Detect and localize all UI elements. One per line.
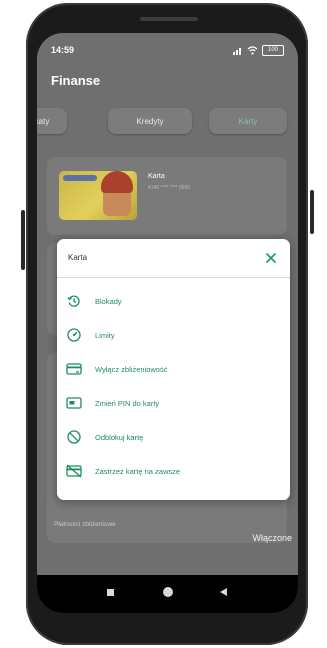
modal-header: Karta — [57, 239, 290, 277]
tab-label: katy — [37, 116, 50, 126]
tab-label: Karty — [238, 116, 258, 126]
card-image — [59, 171, 137, 220]
status-time: 14:59 — [51, 45, 75, 55]
menu-item-label: Zastrzeż kartę na zawsze — [95, 466, 181, 476]
screen: 14:59 100 Finanse katy Kredyty Karty Kar… — [37, 33, 298, 613]
card-options-modal: Karta Blokady Limity Wyłącz zbliżeniowoś… — [57, 239, 290, 500]
phone-side-button — [21, 210, 25, 270]
modal-divider — [57, 277, 290, 278]
block-icon — [66, 429, 82, 445]
menu-item-zastrzez-karte[interactable]: Zastrzeż kartę na zawsze — [57, 456, 290, 486]
menu-item-label: Wyłącz zbliżeniowość — [95, 364, 168, 374]
tab-karty[interactable]: Karty — [209, 108, 287, 134]
contactless-value[interactable]: Włączone — [252, 533, 292, 543]
battery-icon: 100 — [262, 45, 284, 56]
tab-katy[interactable]: katy — [37, 108, 67, 134]
card-logo — [63, 175, 97, 181]
wifi-icon — [247, 46, 258, 55]
status-bar: 14:59 100 — [51, 45, 284, 57]
card-cancel-icon — [66, 463, 82, 479]
menu-item-label: Odblokuj kartę — [95, 432, 144, 442]
modal-title: Karta — [68, 253, 88, 262]
home-button[interactable] — [163, 587, 173, 597]
system-nav-bar — [37, 575, 298, 613]
card-name: Karta — [148, 173, 165, 180]
contactless-label: Płatności zbliżeniowe — [54, 521, 116, 528]
tab-kredyty[interactable]: Kredyty — [108, 108, 192, 134]
history-icon — [66, 293, 82, 309]
menu-item-label: Zmień PIN do karty — [95, 398, 160, 408]
pin-card-icon — [66, 395, 82, 411]
menu-item-label: Blokady — [95, 296, 122, 306]
menu-item-blokady[interactable]: Blokady — [57, 286, 290, 316]
menu-item-wylacz-zblizeniowosc[interactable]: Wyłącz zbliżeniowość — [57, 354, 290, 384]
close-icon[interactable] — [261, 248, 281, 268]
card-contactless-off-icon — [66, 361, 82, 377]
phone-side-button — [310, 190, 314, 234]
phone-earpiece — [140, 17, 198, 21]
status-icons: 100 — [233, 45, 284, 56]
menu-item-zmien-pin[interactable]: Zmień PIN do karty — [57, 388, 290, 418]
card-number: 4140 **** **** 0690 — [148, 185, 190, 191]
menu-item-limity[interactable]: Limity — [57, 320, 290, 350]
signal-icon — [233, 48, 241, 55]
menu-item-odblokuj-karte[interactable]: Odblokuj kartę — [57, 422, 290, 452]
recents-button[interactable] — [107, 589, 114, 596]
menu-item-label: Limity — [95, 330, 115, 340]
gauge-icon — [66, 327, 82, 343]
page-title: Finanse — [51, 73, 101, 88]
tab-label: Kredyty — [136, 116, 164, 126]
card-portrait-hair — [101, 171, 133, 193]
back-button[interactable] — [220, 588, 227, 596]
